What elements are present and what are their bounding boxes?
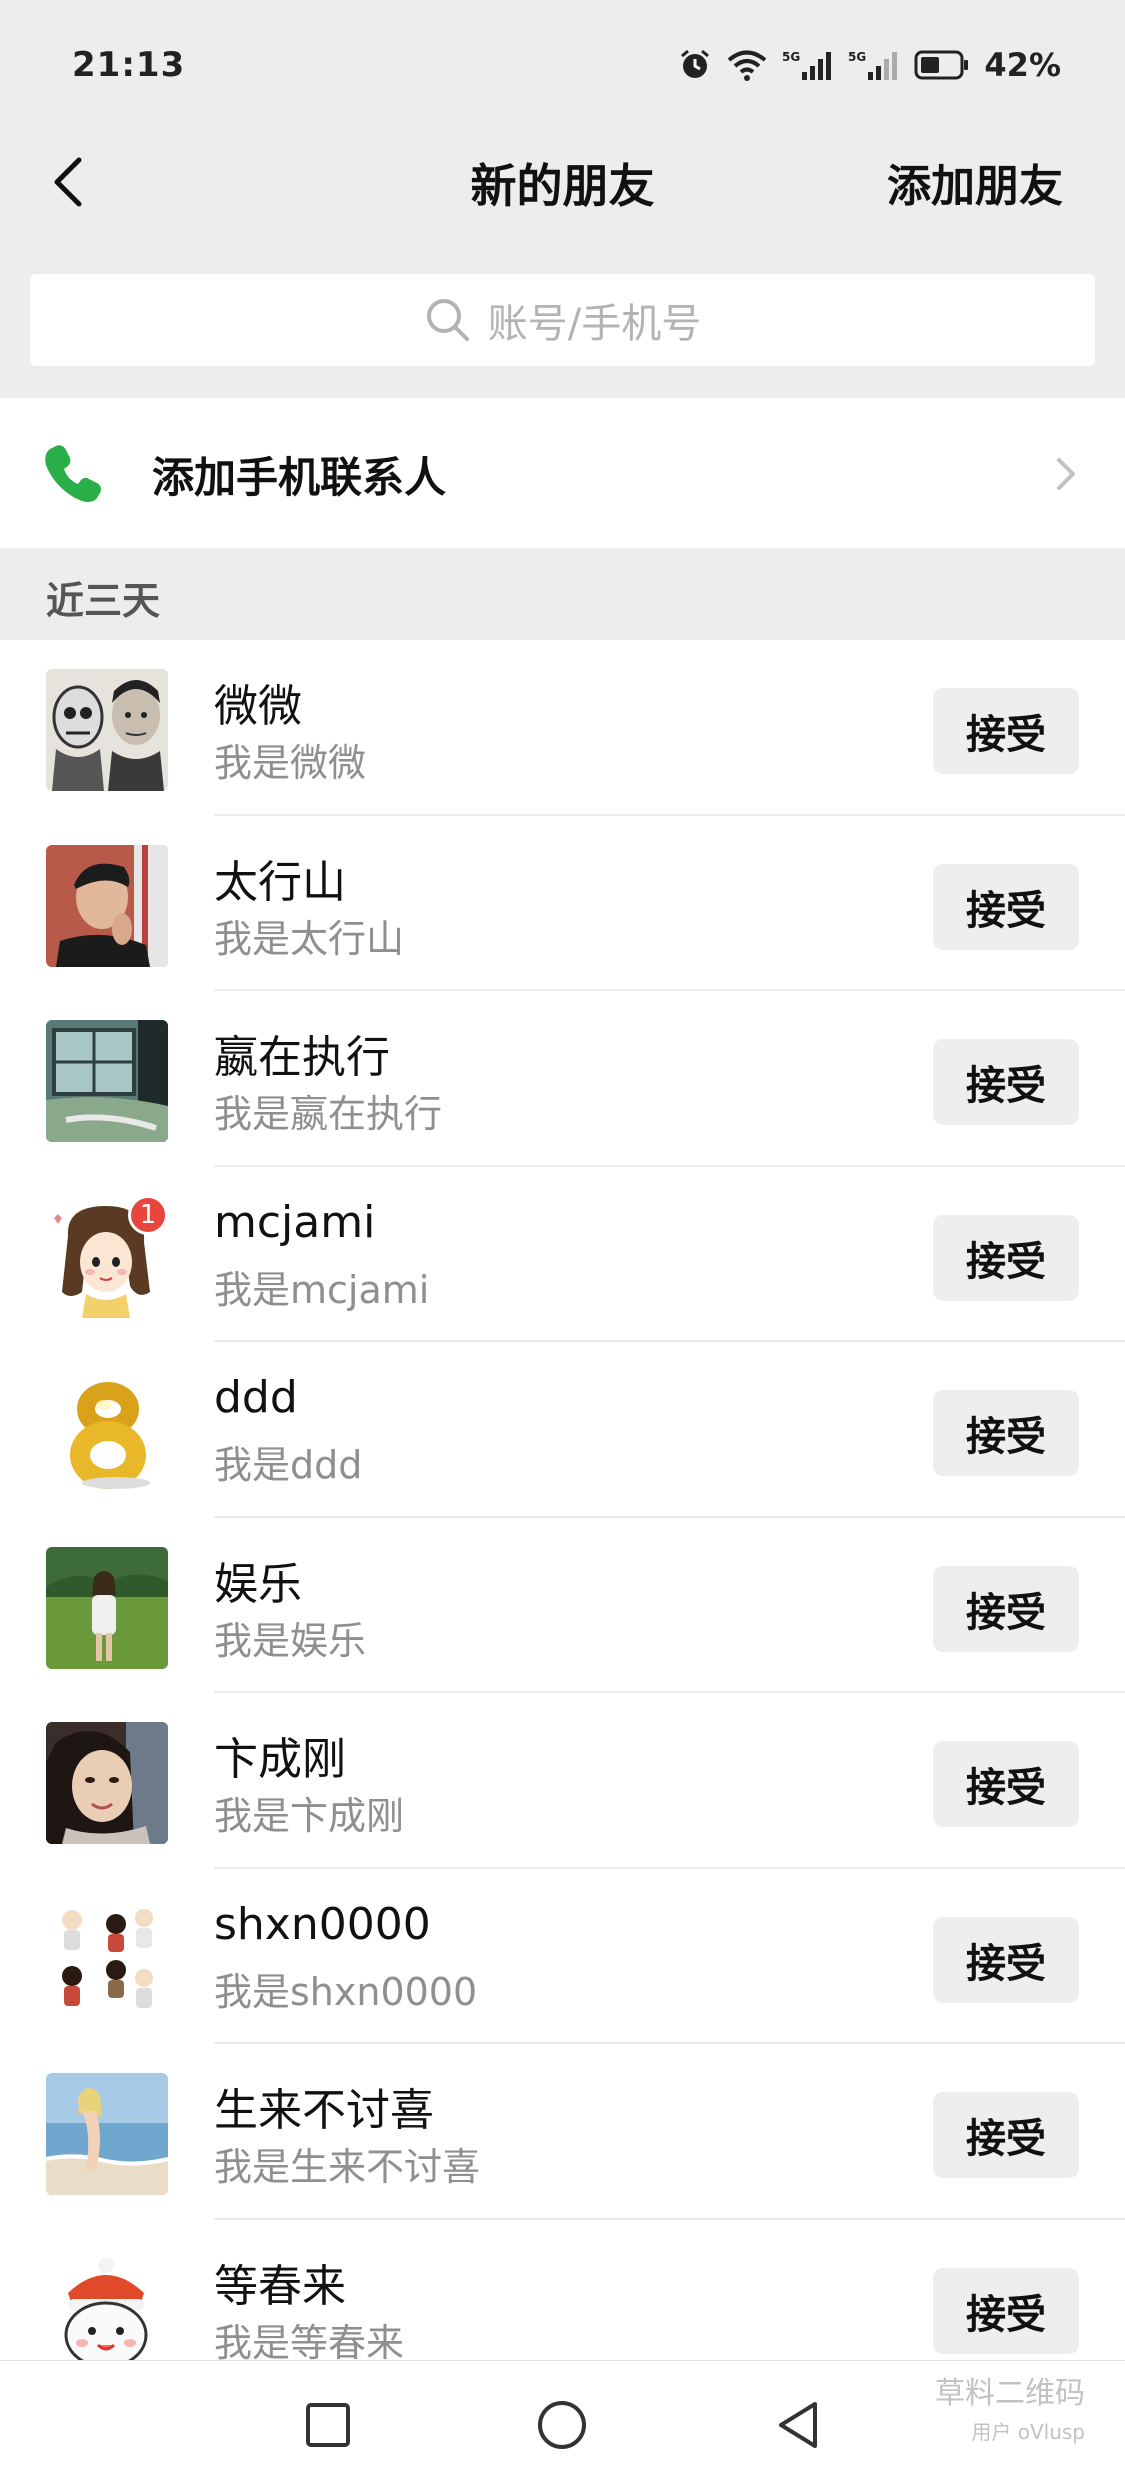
svg-text:5G: 5G (848, 50, 866, 64)
home-button[interactable] (534, 2397, 590, 2453)
recent-apps-button[interactable] (300, 2397, 356, 2453)
square-icon (306, 2403, 350, 2447)
list-item[interactable]: 等春来 我是等春来 接受 (0, 2220, 1125, 2361)
accept-button[interactable]: 接受 (933, 1390, 1079, 1476)
search-placeholder: 账号/手机号 (487, 301, 702, 347)
friend-name: mcjami (214, 1196, 376, 1248)
chevron-left-icon (54, 157, 82, 207)
section-header: 近三天 (46, 579, 161, 623)
triangle-back-icon (779, 2402, 817, 2448)
friend-name: ddd (214, 1372, 298, 1423)
accept-button[interactable]: 接受 (933, 1565, 1079, 1652)
list-item[interactable]: 娱乐 我是娱乐 接受 (0, 1518, 1125, 1694)
friend-message: 我是微微 (214, 741, 367, 785)
signal-5g-icon: 5G (848, 50, 898, 80)
avatar (46, 1897, 168, 2020)
friend-name: 等春来 (214, 2260, 346, 2312)
avatar (46, 669, 168, 791)
friend-name: 卞成刚 (214, 1734, 346, 1785)
list-item[interactable]: 生来不讨喜 我是生来不讨喜 接受 (0, 2044, 1125, 2220)
list-item[interactable]: 微微 我是微微 接受 (0, 640, 1125, 816)
back-nav-button[interactable] (770, 2397, 826, 2453)
list-item[interactable]: 卞成刚 我是卞成刚 接受 (0, 1693, 1125, 1869)
battery-level: 42% (984, 46, 1061, 84)
alarm-icon (681, 49, 710, 78)
avatar (46, 1546, 168, 1669)
friend-message: 我是嬴在执行 (214, 1092, 443, 1136)
wifi-icon (728, 50, 767, 81)
list-item[interactable]: 1 mcjami 我是mcjami 接受 (0, 1167, 1125, 1343)
accept-button[interactable]: 接受 (933, 1916, 1079, 2003)
friend-name: 微微 (214, 681, 302, 732)
svg-text:5G: 5G (782, 50, 800, 64)
avatar (46, 2073, 168, 2195)
unread-badge: 1 (128, 1194, 168, 1235)
friend-name: 太行山 (214, 856, 346, 908)
phone-icon (45, 445, 101, 502)
search-icon (426, 299, 469, 341)
add-phone-contacts-row[interactable]: 添加手机联系人 (0, 398, 1125, 548)
watermark-user: 用户 oVlusp (971, 2420, 1085, 2444)
list-item[interactable]: ddd 我是ddd 接受 (0, 1342, 1125, 1518)
friend-message: 我是生来不讨喜 (214, 2145, 481, 2189)
nav-bar: 新的朋友 添加朋友 (0, 130, 1125, 230)
friend-name: 娱乐 (214, 1558, 302, 1610)
signal-5g-icon: 5G (782, 50, 832, 80)
add-phone-contacts-label: 添加手机联系人 (152, 453, 447, 502)
list-item[interactable]: 嬴在执行 我是嬴在执行 接受 (0, 991, 1125, 1167)
friend-message: 我是shxn0000 (214, 1969, 478, 2014)
accept-button[interactable]: 接受 (933, 1214, 1079, 1301)
friend-message: 我是mcjami (214, 1267, 430, 1312)
friend-message: 我是等春来 (214, 2320, 405, 2361)
accept-button[interactable]: 接受 (933, 2267, 1079, 2354)
chevron-right-icon (1057, 458, 1075, 490)
friend-message: 我是ddd (214, 1443, 363, 1487)
status-bar: 21:13 5G 5G 42% (0, 0, 1125, 130)
accept-button[interactable]: 接受 (933, 1741, 1079, 1827)
watermark: 草料二维码 用户 oVlusp (935, 2368, 1085, 2445)
friend-message: 我是卞成刚 (214, 1794, 405, 1838)
friend-name: 嬴在执行 (214, 1032, 390, 1083)
accept-button[interactable]: 接受 (933, 1039, 1079, 1125)
friend-message: 我是太行山 (214, 916, 405, 961)
watermark-title: 草料二维码 (935, 2376, 1085, 2411)
avatar (46, 844, 168, 967)
accept-button[interactable]: 接受 (933, 2092, 1079, 2178)
accept-button[interactable]: 接受 (933, 863, 1079, 950)
add-friend-button[interactable]: 添加朋友 (887, 150, 1063, 214)
friend-message: 我是娱乐 (214, 1618, 367, 1663)
status-time: 21:13 (72, 45, 186, 85)
avatar (46, 1722, 168, 1844)
friend-name: shxn0000 (214, 1898, 431, 1950)
battery-icon (914, 50, 969, 80)
avatar (46, 2248, 168, 2360)
avatar (46, 1371, 168, 1493)
back-button[interactable] (38, 152, 98, 212)
list-item[interactable]: 太行山 我是太行山 接受 (0, 816, 1125, 992)
friend-request-list: 微微 我是微微 接受 太行山 我是太行山 接受 嬴在执行 我是嬴在执行 接受 1… (0, 640, 1125, 2360)
circle-icon (538, 2401, 586, 2449)
list-item[interactable]: shxn0000 我是shxn0000 接受 (0, 1869, 1125, 2045)
search-input[interactable]: 账号/手机号 (30, 274, 1095, 366)
avatar (46, 1020, 168, 1142)
status-icons: 5G 5G 42% (678, 46, 1061, 84)
accept-button[interactable]: 接受 (933, 688, 1079, 774)
friend-name: 生来不讨喜 (214, 2085, 434, 2136)
